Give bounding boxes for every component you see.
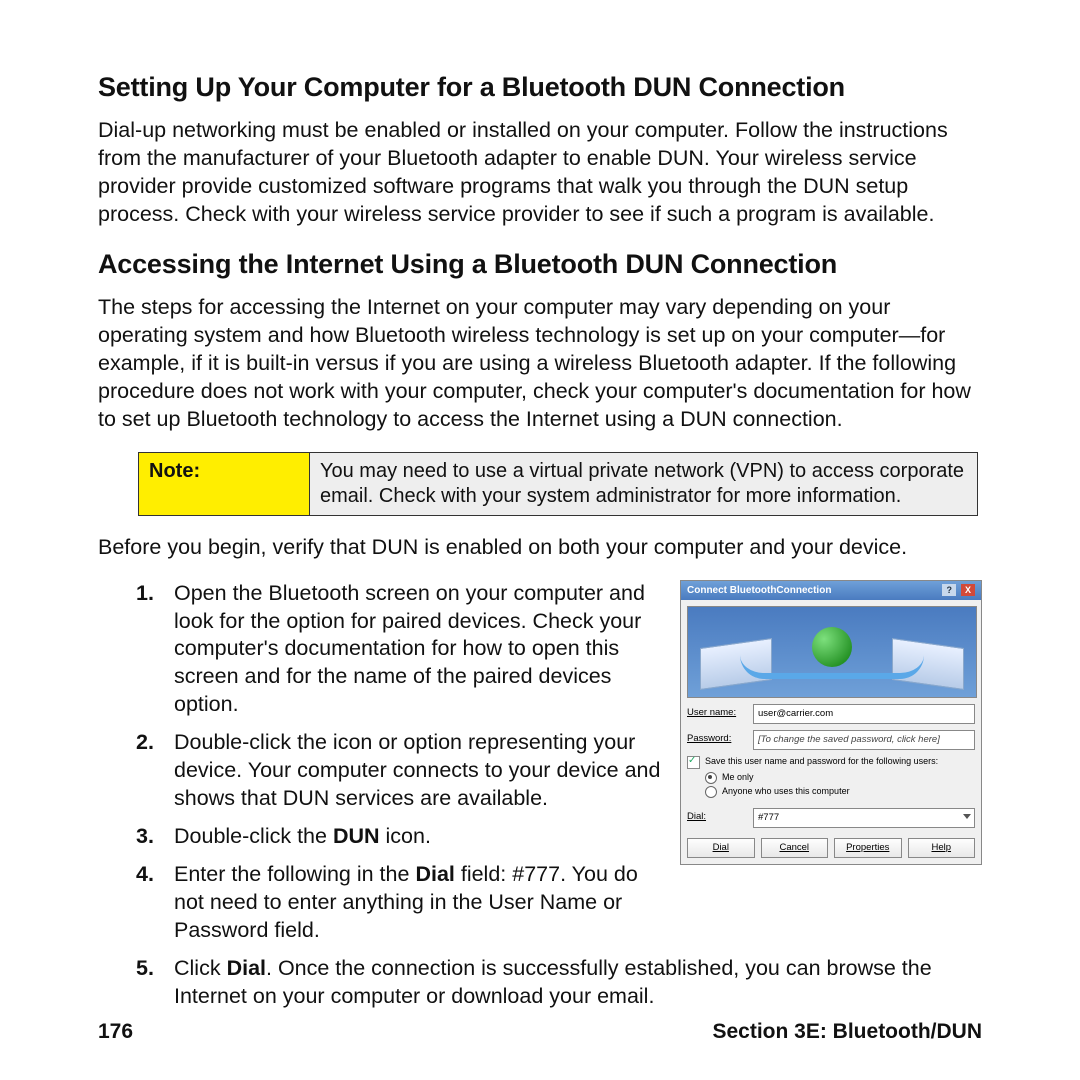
step-5: Click Dial. Once the connection is succe…: [166, 955, 982, 1011]
dialog-screenshot: Connect BluetoothConnection ? X User nam…: [680, 580, 982, 865]
dial-button[interactable]: Dial: [687, 838, 755, 858]
dial-label: Dial:: [687, 811, 747, 823]
step-1: Open the Bluetooth screen on your comput…: [166, 580, 662, 720]
password-label: Password:: [687, 733, 747, 745]
step-2: Double-click the icon or option represen…: [166, 729, 662, 813]
radio-me-only-label: Me only: [722, 772, 754, 784]
heading-setup: Setting Up Your Computer for a Bluetooth…: [98, 70, 982, 105]
help-button[interactable]: Help: [908, 838, 976, 858]
step-3: Double-click the DUN icon.: [166, 823, 662, 851]
note-body: You may need to use a virtual private ne…: [310, 452, 978, 515]
note-box: Note: You may need to use a virtual priv…: [138, 452, 978, 516]
close-icon[interactable]: X: [961, 584, 975, 596]
heading-access: Accessing the Internet Using a Bluetooth…: [98, 247, 982, 282]
step-4: Enter the following in the Dial field: #…: [166, 861, 662, 945]
note-label: Note:: [139, 452, 310, 515]
paragraph-before: Before you begin, verify that DUN is ena…: [98, 534, 982, 562]
dialog-title-text: Connect BluetoothConnection: [687, 584, 831, 597]
radio-anyone-label: Anyone who uses this computer: [722, 786, 850, 798]
password-field[interactable]: [To change the saved password, click her…: [753, 730, 975, 750]
username-field[interactable]: user@carrier.com: [753, 704, 975, 724]
properties-button[interactable]: Properties: [834, 838, 902, 858]
page-number: 176: [98, 1020, 133, 1044]
paragraph-access: The steps for accessing the Internet on …: [98, 294, 982, 434]
paragraph-setup: Dial-up networking must be enabled or in…: [98, 117, 982, 229]
step-list: Open the Bluetooth screen on your comput…: [98, 580, 662, 945]
section-label: Section 3E: Bluetooth/DUN: [712, 1020, 982, 1044]
cancel-button[interactable]: Cancel: [761, 838, 829, 858]
save-label: Save this user name and password for the…: [705, 756, 938, 767]
step-list-cont: Click Dial. Once the connection is succe…: [98, 955, 982, 1011]
radio-me-only[interactable]: [705, 772, 717, 784]
dialog-titlebar: Connect BluetoothConnection ? X: [681, 581, 981, 600]
username-label: User name:: [687, 707, 747, 719]
dialog-hero-image: [687, 606, 977, 698]
dial-field[interactable]: #777: [753, 808, 975, 828]
help-icon[interactable]: ?: [942, 584, 956, 596]
save-checkbox[interactable]: [687, 756, 700, 769]
radio-anyone[interactable]: [705, 786, 717, 798]
